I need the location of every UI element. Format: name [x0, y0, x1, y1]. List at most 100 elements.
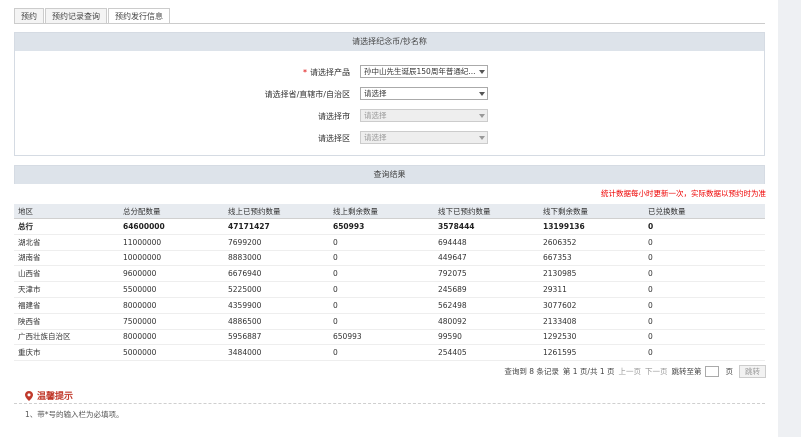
table-cell: 福建省	[14, 297, 119, 314]
selection-panel: 请选择纪念币/钞名称 * 请选择产品 : 孙中山先生诞辰150周年普通纪... 请…	[14, 32, 765, 156]
city-select-value: 请选择	[364, 111, 387, 120]
header-total-allocated: 总分配数量	[119, 204, 224, 219]
table-cell: 0	[329, 265, 434, 283]
table-cell: 13199136	[539, 218, 644, 235]
colon: :	[347, 89, 350, 98]
location-pin-icon	[25, 390, 33, 401]
table-cell: 0	[329, 281, 434, 298]
table-cell: 0	[644, 329, 765, 346]
tab-divider	[14, 23, 765, 24]
table-cell: 4886500	[224, 313, 329, 330]
table-header-row: 地区 总分配数量 线上已预约数量 线上剩余数量 线下已预约数量 线下剩余数量 已…	[14, 204, 765, 219]
tab-reserve[interactable]: 预约	[14, 8, 44, 23]
table-cell: 29311	[539, 281, 644, 298]
tip-item: 1、带*号的输入栏为必填项。	[25, 410, 124, 419]
table-cell: 湖北省	[14, 234, 119, 251]
district-row: 请选择区 : 请选择	[15, 131, 764, 145]
chevron-down-icon	[479, 136, 485, 140]
table-cell: 8883000	[224, 250, 329, 267]
table-cell: 11000000	[119, 234, 224, 251]
table-cell: 重庆市	[14, 344, 119, 362]
table-cell: 8000000	[119, 297, 224, 314]
tab-issue-info[interactable]: 预约发行信息	[108, 8, 170, 24]
page-info: 第 1 页/共 1 页	[562, 367, 615, 376]
city-select[interactable]: 请选择	[360, 109, 488, 122]
table-cell: 7500000	[119, 313, 224, 330]
results-panel-title: 查询结果	[15, 166, 764, 184]
table-cell: 562498	[434, 297, 539, 314]
header-online-remaining: 线上剩余数量	[329, 204, 434, 219]
chevron-down-icon	[479, 70, 485, 74]
province-row: 请选择省/直辖市/自治区 : 请选择	[15, 87, 764, 101]
table-cell: 0	[644, 265, 765, 283]
city-label: 请选择市	[318, 112, 350, 121]
update-notice: 统计数据每小时更新一次，实际数据以预约时为准	[601, 189, 766, 198]
province-select[interactable]: 请选择	[360, 87, 488, 100]
table-cell: 1261595	[539, 344, 644, 362]
tips-title: 温馨提示	[37, 392, 74, 402]
tips-divider	[14, 403, 765, 404]
product-select[interactable]: 孙中山先生诞辰150周年普通纪...	[360, 65, 488, 78]
table-cell: 天津市	[14, 281, 119, 298]
table-cell: 650993	[329, 329, 434, 346]
table-cell: 0	[644, 250, 765, 267]
table-cell: 山西省	[14, 265, 119, 283]
table-row: 陕西省 7500000 4886500 0 480092 2133408 0	[14, 313, 765, 330]
table-cell: 1292530	[539, 329, 644, 346]
table-cell: 694448	[434, 234, 539, 251]
tab-bar: 预约 预约记录查询 预约发行信息	[14, 8, 171, 24]
results-panel: 查询结果	[14, 165, 765, 184]
chevron-down-icon	[479, 114, 485, 118]
table-cell: 5000000	[119, 344, 224, 362]
table-cell: 0	[329, 234, 434, 251]
table-row: 福建省 8000000 4359900 0 562498 3077602 0	[14, 297, 765, 314]
table-cell: 总行	[14, 218, 119, 235]
table-cell: 0	[644, 313, 765, 330]
table-cell: 4359900	[224, 297, 329, 314]
jump-label: 跳转至第	[671, 367, 702, 376]
table-cell: 广西壮族自治区	[14, 329, 119, 346]
page-unit: 页	[725, 367, 734, 376]
table-cell: 10000000	[119, 250, 224, 267]
table-cell: 47171427	[224, 218, 329, 235]
table-cell: 湖南省	[14, 250, 119, 267]
tips-header: 温馨提示	[25, 389, 73, 402]
table-cell: 0	[644, 281, 765, 298]
content-frame: 预约 预约记录查询 预约发行信息 请选择纪念币/钞名称 * 请选择产品 : 孙中山…	[0, 0, 778, 437]
table-cell: 2606352	[539, 234, 644, 251]
table-cell: 3077602	[539, 297, 644, 314]
district-select[interactable]: 请选择	[360, 131, 488, 144]
table-cell: 0	[329, 250, 434, 267]
table-cell: 7699200	[224, 234, 329, 251]
header-offline-remaining: 线下剩余数量	[539, 204, 644, 219]
district-select-value: 请选择	[364, 133, 387, 142]
table-row: 湖北省 11000000 7699200 0 694448 2606352 0	[14, 234, 765, 251]
selection-panel-title: 请选择纪念币/钞名称	[15, 33, 764, 51]
table-cell: 64600000	[119, 218, 224, 235]
product-row: * 请选择产品 : 孙中山先生诞辰150周年普通纪...	[15, 65, 764, 79]
tab-reservation-records[interactable]: 预约记录查询	[45, 8, 107, 23]
table-row: 山西省 9600000 6676940 0 792075 2130985 0	[14, 265, 765, 283]
table-cell: 2133408	[539, 313, 644, 330]
table-cell: 449647	[434, 250, 539, 267]
table-cell: 0	[644, 297, 765, 314]
next-page-link[interactable]: 下一页	[645, 366, 668, 377]
colon: :	[347, 111, 350, 120]
table-cell: 650993	[329, 218, 434, 235]
table-cell: 5500000	[119, 281, 224, 298]
table-cell: 5956887	[224, 329, 329, 346]
table-cell: 245689	[434, 281, 539, 298]
city-row: 请选择市 : 请选择	[15, 109, 764, 123]
prev-page-link[interactable]: 上一页	[619, 366, 642, 377]
table-total-row: 总行 64600000 47171427 650993 3578444 1319…	[14, 218, 765, 235]
table-cell: 8000000	[119, 329, 224, 346]
table-cell: 0	[329, 344, 434, 362]
table-cell: 9600000	[119, 265, 224, 283]
page-number-input[interactable]	[704, 366, 719, 377]
table-cell: 3484000	[224, 344, 329, 362]
district-label: 请选择区	[318, 134, 350, 143]
jump-button[interactable]: 跳转	[739, 365, 766, 378]
colon: :	[347, 133, 350, 142]
table-cell: 254405	[434, 344, 539, 362]
header-region: 地区	[14, 204, 119, 219]
